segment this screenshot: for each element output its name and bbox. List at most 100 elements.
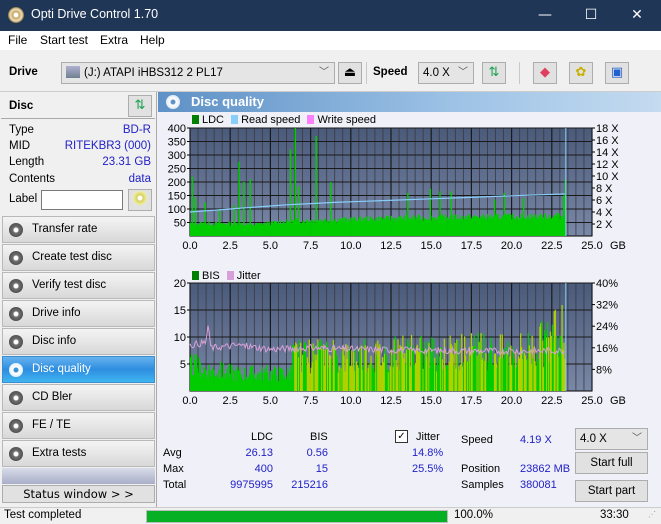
close-button[interactable]: ✕ [614,0,660,31]
max-jitter: 25.5% [412,463,444,475]
drive-label: Drive [9,66,38,78]
eject-button[interactable]: ⏏ [338,62,362,84]
nav-label: Verify test disc [32,279,107,291]
total-ldc: 9975995 [230,479,273,491]
disc-value: BD-R [122,124,151,136]
menu-start-test[interactable]: Start test [40,33,88,47]
ldc-spike [297,186,300,236]
disc-gear-icon [9,419,23,433]
x-tick-label: 20.0 [501,395,522,407]
label-key: Label [9,193,38,205]
resize-grip-icon[interactable]: ⋰ [648,510,656,519]
x-axis-unit: GB [610,240,626,252]
window-title: Opti Drive Control 1.70 [31,7,159,21]
ldc-spike [194,198,197,236]
disc-gear-icon [9,391,23,405]
menu-file[interactable]: File [8,33,27,47]
nav-verify-test-disc[interactable]: Verify test disc [2,272,155,299]
test-speed-select[interactable]: 4.0 X ﹀ [575,428,648,450]
disc-contents-row: Contents data [9,173,151,189]
minimize-button[interactable]: — [522,0,568,31]
nav-label: CD Bler [32,391,73,403]
y2-tick-label: 6 X [596,195,613,207]
y-tick-label: 200 [168,177,186,189]
maximize-button[interactable]: ☐ [568,0,614,31]
speed-select[interactable]: 4.0 X ﹀ [418,62,474,84]
x-tick-label: 0.0 [182,395,197,407]
disc-key: MID [9,140,31,152]
x-tick-label: 7.5 [303,240,318,252]
x-tick-label: 5.0 [263,240,278,252]
x-tick-label: 12.5 [380,395,401,407]
chevron-down-icon: ﹀ [458,67,468,78]
y-tick-label: 20 [174,278,186,290]
nav-create-test-disc[interactable]: Create test disc [2,244,155,271]
x-tick-label: 2.5 [223,240,238,252]
status-bar: Test completed 100.0% 33:30 ⋰ [0,507,661,524]
refresh-button[interactable]: ⇅ [482,62,506,84]
drive-value: (J:) ATAPI iHBS312 2 PL17 [84,67,223,79]
start-part-button[interactable]: Start part [575,480,648,502]
y-tick-label: 400 [168,123,186,135]
app-icon [8,7,24,23]
disc-mid-row: MID RITEKBR3 (000) [9,140,151,156]
ldc-spike [563,195,565,236]
test-speed-value: 4.0 X [580,433,607,445]
x-tick-label: 25.0 [581,240,602,252]
max-ldc: 400 [254,463,273,475]
y-tick-label: 15 [174,305,186,317]
speed-label: Speed [373,66,408,78]
ldc-spike [315,136,317,236]
menu-extra[interactable]: Extra [100,33,128,47]
nav-label: Disc info [32,335,77,347]
nav-fe-te[interactable]: FE / TE [2,412,155,439]
start-full-button[interactable]: Start full [575,452,648,474]
disc-title: Disc [9,100,34,112]
x-tick-label: 10.0 [340,240,361,252]
disc-value: 23.31 GB [102,156,151,168]
disc-gear-icon [9,251,23,265]
disc-gear-icon [9,307,23,321]
disc-refresh-button[interactable]: ⇅ [128,95,152,117]
nav-label: Extra tests [32,447,87,459]
label-disc-button[interactable] [128,189,152,211]
ldc-spike [522,198,525,236]
nav-extra-tests[interactable]: Extra tests [2,440,155,467]
ldc-spike [493,199,496,236]
nav-disc-info[interactable]: Disc info [2,328,155,355]
jitter-checkbox[interactable]: ✓ [395,430,408,443]
col-bis-header: BIS [310,431,328,443]
y2-tick-label: 16% [596,343,618,355]
col-ldc-header: LDC [251,431,274,443]
refresh-arrows-icon: ⇅ [134,98,146,113]
progress-text: 100.0% [454,509,494,521]
x-tick-label: 0.0 [182,240,197,252]
nav-label: Disc quality [32,363,91,375]
save-button[interactable]: ▣ [605,62,629,84]
x-tick-label: 15.0 [420,240,441,252]
col-jitter-header: Jitter [416,431,440,443]
nav-disc-quality[interactable]: Disc quality [2,356,155,383]
status-window-button[interactable]: Status window > > [2,485,155,503]
settings-button[interactable]: ✿ [569,62,593,84]
label-input[interactable] [41,190,123,210]
y-tick-label: 350 [168,137,186,149]
x-tick-label: 10.0 [340,395,361,407]
toolbar: Drive (J:) ATAPI iHBS312 2 PL17 ﹀ ⏏ Spee… [0,50,661,92]
nav-drive-info[interactable]: Drive info [2,300,155,327]
drive-select[interactable]: (J:) ATAPI iHBS312 2 PL17 ﹀ [61,62,335,84]
x-tick-label: 15.0 [420,395,441,407]
y-tick-label: 250 [168,164,186,176]
disc-value: data [128,173,151,185]
nav-transfer-rate[interactable]: Transfer rate [2,216,155,243]
erase-button[interactable]: ◆ [533,62,557,84]
x-tick-label: 17.5 [461,395,482,407]
chevron-down-icon: ﹀ [319,67,329,78]
elapsed-time: 33:30 [600,509,629,521]
disc-header: Disc ⇅ [1,94,155,119]
avg-label: Avg [163,447,182,459]
nav-cd-bler[interactable]: CD Bler [2,384,155,411]
menu-help[interactable]: Help [140,33,165,47]
drive-icon [66,66,80,78]
checkmark-icon: ✓ [397,431,406,442]
